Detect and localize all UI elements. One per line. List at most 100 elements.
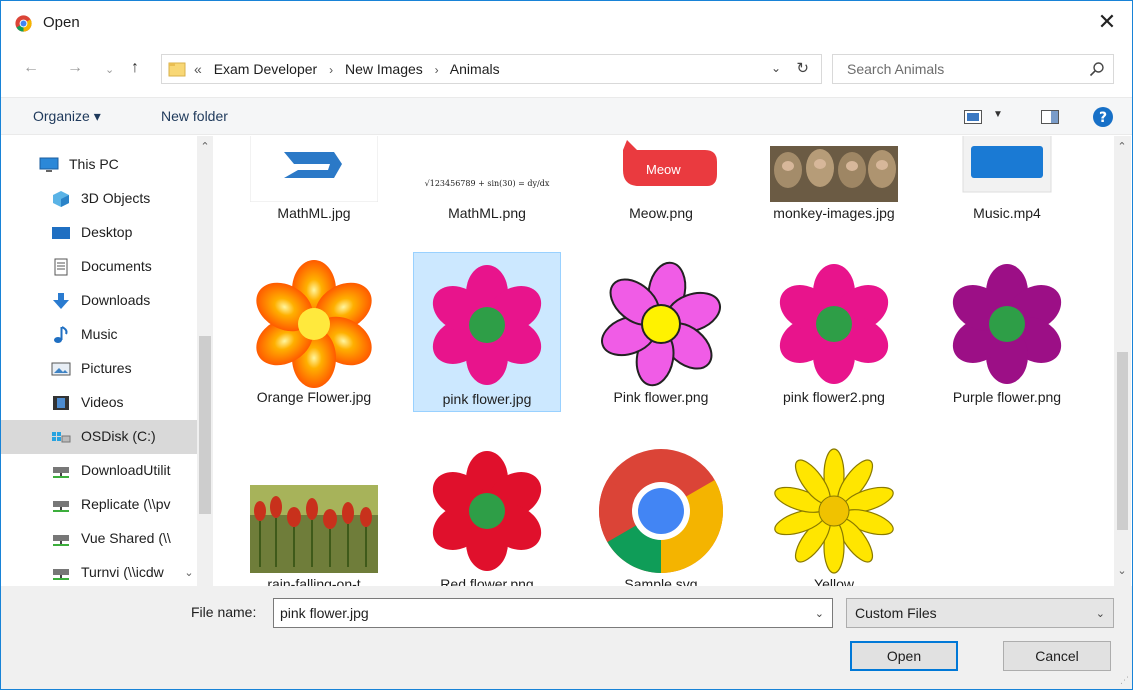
sidebar-item-label: This PC: [69, 156, 119, 172]
sidebar-item-osdisk[interactable]: OSDisk (C:): [1, 420, 197, 454]
file-thumbnail: [770, 447, 898, 575]
tulips-image: [250, 485, 378, 573]
picture-icon: [51, 362, 71, 376]
forward-arrow-icon[interactable]: →: [67, 59, 83, 77]
chevron-down-icon[interactable]: ⌄: [1096, 607, 1105, 620]
sidebar-scrollbar[interactable]: ⌃: [197, 136, 213, 586]
address-dropdown-icon[interactable]: ⌄: [771, 61, 781, 75]
cancel-button[interactable]: Cancel: [1003, 641, 1111, 671]
new-folder-button[interactable]: New folder: [161, 108, 228, 124]
view-dropdown-icon[interactable]: ▼: [993, 109, 1003, 120]
organize-button[interactable]: Organize ▾: [33, 108, 101, 125]
file-item[interactable]: Purple flower.png: [934, 252, 1082, 418]
file-item[interactable]: Pink flower.png: [588, 252, 736, 418]
breadcrumb-animals[interactable]: Animals: [450, 61, 500, 77]
film-icon: [53, 396, 69, 410]
file-name: pink flower2.png: [783, 389, 885, 405]
file-thumbnail: [943, 136, 1071, 202]
help-icon[interactable]: ?: [1092, 106, 1114, 128]
file-name: MathML.jpg: [277, 205, 351, 221]
sidebar-item-replicate[interactable]: Replicate (\\pv: [1, 488, 197, 522]
download-arrow-icon: [53, 293, 69, 309]
file-item[interactable]: Yellow: [761, 439, 909, 586]
close-button[interactable]: ✕: [1092, 7, 1122, 37]
file-item[interactable]: Meow.png Meow: [588, 136, 736, 232]
sidebar-item-label: Vue Shared (\\: [81, 530, 171, 546]
up-arrow-icon[interactable]: ↑: [131, 59, 139, 77]
file-item[interactable]: Orange Flower.jpg: [241, 252, 389, 418]
open-button[interactable]: Open: [850, 641, 958, 671]
breadcrumb-exam-developer[interactable]: Exam Developer: [214, 61, 318, 77]
file-type-select[interactable]: Custom Files ⌄: [846, 598, 1114, 628]
chevron-down-icon[interactable]: ⌄: [181, 566, 197, 579]
file-item-selected[interactable]: pink flower.jpg: [413, 252, 561, 412]
sidebar-item-desktop[interactable]: Desktop: [1, 216, 197, 250]
chevron-right-icon[interactable]: ›: [435, 63, 439, 77]
chevron-down-icon[interactable]: ⌄: [815, 607, 824, 620]
navigation-pane: This PC 3D Objects Desktop Documents Dow…: [1, 136, 213, 586]
file-name: Sample.svg: [624, 576, 698, 586]
file-name-label: File name:: [191, 604, 257, 620]
breadcrumb: « Exam Developer › New Images › Animals: [194, 61, 500, 77]
recent-locations-chevron-icon[interactable]: ⌄: [105, 63, 114, 76]
red-flower-image: [432, 451, 542, 571]
sidebar-item-documents[interactable]: Documents: [1, 250, 197, 284]
sidebar-item-turnvi[interactable]: Turnvi (\\icdw: [1, 556, 197, 586]
file-name: Meow.png: [629, 205, 693, 221]
breadcrumb-overflow[interactable]: «: [194, 61, 202, 77]
search-input[interactable]: Search Animals: [832, 54, 1114, 84]
file-item[interactable]: Music.mp4: [934, 136, 1082, 232]
file-name-input[interactable]: pink flower.jpg ⌄: [273, 598, 833, 628]
search-icon[interactable]: [1089, 61, 1105, 77]
svg-text:?: ?: [1099, 110, 1107, 126]
scroll-down-arrow-icon[interactable]: ⌄: [1114, 564, 1130, 577]
sidebar-item-this-pc[interactable]: This PC: [1, 148, 197, 182]
purple-flower-image: [952, 264, 1062, 384]
file-name: Music.mp4: [973, 205, 1041, 221]
file-thumbnail: [423, 261, 551, 389]
sidebar-item-downloadutilit[interactable]: DownloadUtilit: [1, 454, 197, 488]
file-thumbnail: [597, 447, 725, 575]
file-item[interactable]: MathML.jpg: [241, 136, 389, 232]
preview-pane-icon[interactable]: [1041, 110, 1059, 124]
cube-icon: [53, 191, 69, 207]
scroll-up-arrow-icon[interactable]: ⌃: [1114, 140, 1130, 153]
chevron-right-icon[interactable]: ›: [329, 63, 333, 77]
dialog-footer: File name: pink flower.jpg ⌄ Custom File…: [1, 586, 1132, 689]
file-item[interactable]: Sample.svg: [588, 439, 736, 586]
sidebar-item-label: Videos: [81, 394, 124, 410]
file-item[interactable]: Red flower.png: [414, 439, 562, 586]
sidebar-item-vue-shared[interactable]: Vue Shared (\\: [1, 522, 197, 556]
breadcrumb-new-images[interactable]: New Images: [345, 61, 423, 77]
sidebar-item-label: Replicate (\\pv: [81, 496, 171, 512]
music-note-icon: [54, 326, 68, 343]
sidebar-item-videos[interactable]: Videos: [1, 386, 197, 420]
file-item[interactable]: pink flower2.png: [761, 252, 909, 418]
back-arrow-icon[interactable]: ←: [23, 59, 39, 77]
sidebar-item-music[interactable]: Music: [1, 318, 197, 352]
sidebar-item-label: Documents: [81, 258, 152, 274]
change-view-icon[interactable]: [964, 110, 982, 124]
scrollbar-thumb[interactable]: [199, 336, 211, 514]
address-bar[interactable]: « Exam Developer › New Images › Animals …: [161, 54, 822, 84]
open-dialog: Open ✕ ← → ⌄ ↑ « Exam Developer › New Im…: [0, 0, 1133, 690]
folder-icon: [168, 62, 186, 77]
sidebar-item-label: Music: [81, 326, 118, 342]
sidebar-item-3d-objects[interactable]: 3D Objects: [1, 182, 197, 216]
sidebar-item-label: OSDisk (C:): [81, 428, 156, 444]
resize-grip-icon[interactable]: ⋰: [1120, 675, 1129, 686]
scrollbar-thumb[interactable]: [1117, 352, 1128, 530]
file-name: monkey-images.jpg: [773, 205, 895, 221]
file-thumbnail: [250, 447, 378, 575]
meow-thumb-text: Meow: [646, 162, 681, 177]
network-drive-icon: [53, 501, 69, 512]
monitor-icon: [39, 157, 59, 172]
sidebar-item-pictures[interactable]: Pictures: [1, 352, 197, 386]
sidebar-item-downloads[interactable]: Downloads: [1, 284, 197, 318]
scroll-up-arrow-icon[interactable]: ⌃: [197, 140, 213, 153]
file-item[interactable]: rain-falling-on-t: [241, 439, 389, 586]
content-scrollbar[interactable]: ⌃ ⌄: [1114, 136, 1131, 586]
file-item[interactable]: √123456789 + sin(30) = dy/dx MathML.png: [414, 136, 562, 232]
file-item[interactable]: monkey-images.jpg: [761, 136, 909, 232]
refresh-icon[interactable]: ↻: [796, 59, 809, 77]
